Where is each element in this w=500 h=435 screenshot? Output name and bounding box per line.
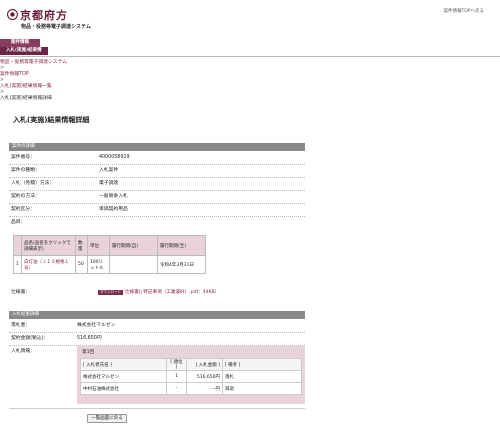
round-label: 第1回 <box>82 350 95 355</box>
breadcrumb-link-top[interactable]: 案件情報TOP <box>0 72 29 77</box>
bid-amount: 516,650円 <box>186 370 223 383</box>
items-row: 品目： <box>9 217 305 230</box>
table-row: 1 白灯油（ＪＩＳ規格１号） 50 100リットル 令和4年3月31日 <box>13 255 206 274</box>
table-row: 中村石油株式会社 - ---円 辞退 <box>80 382 302 395</box>
row-label: 契約の方法： <box>11 194 40 199</box>
page-header: 京都府方 物品・役務等電子調達システム 案件情報TOPへ戻る <box>0 0 500 36</box>
col-header: [ 順位 ] <box>166 358 187 371</box>
items-table-header: 品名(品名をクリックで詳細表示) 数量 単位 履行期間(自) 履行期間(至) <box>13 235 206 256</box>
row-value: 株式会社マルゼン <box>77 323 116 328</box>
bidder-rank: 1 <box>166 370 187 383</box>
row-label: 案件の種類： <box>11 168 40 173</box>
bid-results-table: [ 入札者氏名 ] [ 順位 ] [ 入札金額 ] [ 備考 ] 株式会社マルゼ… <box>80 358 302 395</box>
bid-amount: ---円 <box>186 382 223 395</box>
item-no: 1 <box>13 255 22 274</box>
row-label: 入札情報： <box>11 349 35 354</box>
col-header: 品名(品名をクリックで詳細表示) <box>21 235 76 256</box>
bid-note: 辞退 <box>222 382 302 395</box>
row-label: 案件番号： <box>11 155 35 160</box>
breadcrumb-link-system[interactable]: 物品・役務等電子調達システム <box>0 60 67 65</box>
row-label: 契約金額(税込)： <box>11 336 49 341</box>
table-row: 株式会社マルゼン 1 516,650円 落札 <box>80 370 302 383</box>
bidder-name: 株式会社マルゼン <box>80 370 167 383</box>
breadcrumb: 物品・役務等電子調達システム > 案件情報TOP > 入札(実施)結果情報一覧 … <box>0 60 67 102</box>
col-header: 履行期間(至) <box>157 235 206 256</box>
row-value: 単価契約用品 <box>99 207 128 212</box>
system-title: 物品・役務等電子調達システム <box>21 24 91 30</box>
contract-method-row: 契約の方法： 一般競争入札 <box>9 191 305 204</box>
item-period-to: 令和4年3月31日 <box>157 255 206 274</box>
col-header <box>13 235 22 256</box>
kyoto-crest-icon <box>7 9 18 20</box>
bid-note: 落札 <box>222 370 302 383</box>
row-label: 仕様書： <box>11 290 31 295</box>
contract-category-row: 契約区分： 単価契約用品 <box>9 204 305 217</box>
row-value: 電子調達 <box>99 181 119 186</box>
bidder-rank: - <box>166 382 187 395</box>
col-header: 履行期間(自) <box>109 235 158 256</box>
tab-case-info[interactable]: 案件情報 <box>0 39 40 47</box>
col-header: [ 入札者氏名 ] <box>80 358 167 371</box>
back-to-list-button[interactable]: 一覧画面に戻る <box>87 414 127 423</box>
result-section-header: 入札結果詳細 <box>9 311 305 319</box>
bid-results-header: [ 入札者氏名 ] [ 順位 ] [ 入札金額 ] [ 備考 ] <box>80 358 302 371</box>
col-header: 数量 <box>75 235 88 256</box>
row-value: 一般競争入札 <box>99 194 128 199</box>
row-value: 入札案件 <box>99 168 119 173</box>
col-header: 単位 <box>87 235 110 256</box>
item-qty: 50 <box>75 255 88 274</box>
row-label: 落札者： <box>11 323 31 328</box>
divider <box>9 408 305 409</box>
row-value: 516,650円 <box>77 336 102 341</box>
logo-text: 京都府方 <box>20 9 68 22</box>
item-name-link[interactable]: 白灯油（ＪＩＳ規格１号） <box>24 260 69 271</box>
row-label: 入札（見積）方法： <box>11 181 55 186</box>
items-table: 品名(品名をクリックで詳細表示) 数量 単位 履行期間(自) 履行期間(至) 1… <box>13 235 206 274</box>
back-to-top-link[interactable]: 案件情報TOPへ戻る <box>443 8 484 14</box>
spec-download: ダウンロード 仕様書(j 特記事項（工業兼好）.pdf：44KB） <box>98 289 219 295</box>
page-title: 入札(実施)結果情報詳細 <box>13 116 90 124</box>
winner-row: 落札者： 株式会社マルゼン <box>9 320 305 333</box>
case-number-row: 案件番号： 4000058929 <box>9 152 305 165</box>
nav-tabs: 案件情報 入札(実施)結果情報 <box>0 39 48 61</box>
spec-file-link[interactable]: 仕様書(j 特記事項（工業兼好）.pdf：44KB） <box>125 290 219 295</box>
row-value: 4000058929 <box>99 155 130 160</box>
col-header: [ 入札金額 ] <box>186 358 223 371</box>
bidder-name: 中村石油株式会社 <box>80 382 167 395</box>
download-badge: ダウンロード <box>98 290 123 295</box>
amount-row: 契約金額(税込)： 516,650円 <box>9 333 305 346</box>
row-label: 契約区分： <box>11 207 35 212</box>
item-unit: 100リットル <box>87 255 110 274</box>
breadcrumb-link-list[interactable]: 入札(実施)結果情報一覧 <box>0 84 52 89</box>
row-label: 品目： <box>11 220 26 225</box>
case-section-header: 案件の詳細 <box>9 143 305 151</box>
item-period-from <box>109 255 158 274</box>
breadcrumb-current: 入札(実施)結果情報詳細 <box>0 96 52 101</box>
case-type-row: 案件の種類： 入札案件 <box>9 165 305 178</box>
bid-method-row: 入札（見積）方法： 電子調達 <box>9 178 305 191</box>
divider <box>0 56 500 57</box>
tab-bid-results[interactable]: 入札(実施)結果情報 <box>0 47 48 61</box>
col-header: [ 備考 ] <box>222 358 302 371</box>
